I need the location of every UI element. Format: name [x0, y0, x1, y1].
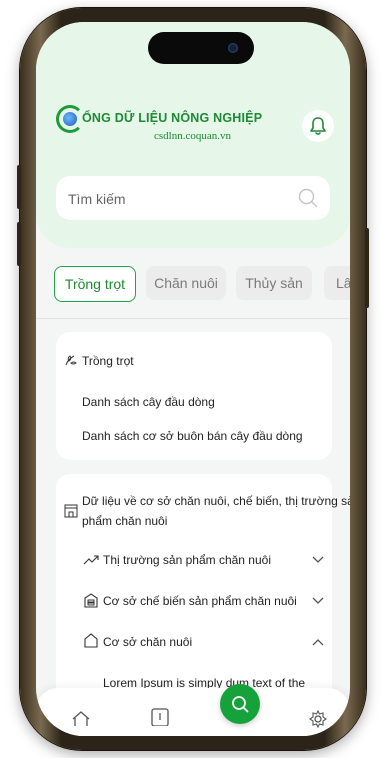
phone-side-button	[365, 228, 369, 308]
notification-button[interactable]	[302, 110, 334, 142]
search-bar	[56, 176, 330, 222]
dynamic-island	[148, 32, 254, 64]
crop-card-heading: Trồng trọt	[82, 354, 134, 368]
category-tabs: Trồng trọt Chăn nuôi Thủy sản Lâm	[54, 266, 350, 302]
brand-title: ỔNG DỮ LIỆU NÔNG NGHIỆP	[82, 111, 263, 125]
section-label: Cơ sở chế biến sản phẩm chăn nuôi	[103, 594, 297, 608]
building-icon	[64, 504, 78, 518]
tabs-divider	[36, 318, 350, 319]
phone-side-button	[17, 222, 21, 266]
report-nav-icon[interactable]	[151, 708, 169, 726]
factory-icon	[84, 593, 98, 608]
livestock-card: Dữ liệu về cơ sở chăn nuôi, chế biến, th…	[56, 474, 350, 714]
search-fab-button[interactable]	[220, 684, 260, 724]
chevron-down-icon[interactable]	[312, 597, 324, 605]
section-label: Cơ sở chăn nuôi	[103, 635, 193, 649]
phone-side-button	[17, 165, 21, 209]
search-input[interactable]	[56, 176, 290, 222]
chevron-down-icon[interactable]	[312, 556, 324, 564]
list-item-dau-dong[interactable]: Danh sách cây đầu dòng	[82, 395, 215, 409]
settings-nav-icon[interactable]	[309, 710, 327, 728]
phone-screen: ỔNG DỮ LIỆU NÔNG NGHIỆP csdlnn.coquan.vn…	[36, 22, 350, 736]
trending-up-icon	[83, 555, 99, 565]
tab-thuy-san[interactable]: Thủy sản	[236, 266, 312, 300]
tab-chan-nuoi[interactable]: Chăn nuôi	[146, 266, 226, 300]
section-label: Thị trường sản phẩm chăn nuôi	[103, 553, 271, 567]
brand-subtitle: csdlnn.coquan.vn	[154, 130, 231, 142]
search-icon	[232, 696, 249, 713]
livestock-card-heading: Dữ liệu về cơ sở chăn nuôi, chế biến, th…	[82, 494, 350, 508]
search-icon[interactable]	[298, 188, 318, 208]
livestock-card-heading-cont: phẩm chăn nuôi	[82, 514, 168, 528]
home-nav-icon[interactable]	[72, 710, 90, 726]
bottom-navigation	[36, 688, 350, 736]
tab-lam[interactable]: Lâm	[324, 266, 350, 300]
tab-trong-trot[interactable]: Trồng trọt	[54, 266, 136, 302]
tab-label: Trồng trọt	[64, 276, 126, 292]
front-camera	[228, 43, 238, 53]
plant-icon	[65, 355, 77, 366]
crop-card: Trồng trọt Danh sách cây đầu dòng Danh s…	[56, 332, 332, 460]
tab-label: Chăn nuôi	[154, 275, 218, 291]
chevron-up-icon[interactable]	[312, 638, 324, 646]
tab-label: Thủy sản	[245, 275, 303, 291]
brand-logo[interactable]: ỔNG DỮ LIỆU NÔNG NGHIỆP csdlnn.coquan.vn	[56, 102, 266, 152]
list-item-co-so-buon-ban[interactable]: Danh sách cơ sở buôn bán cây đầu dòng	[82, 429, 303, 443]
tab-label: Lâm	[336, 275, 350, 291]
bell-icon	[310, 117, 326, 135]
home-icon	[84, 633, 98, 648]
globe-icon	[63, 112, 77, 126]
